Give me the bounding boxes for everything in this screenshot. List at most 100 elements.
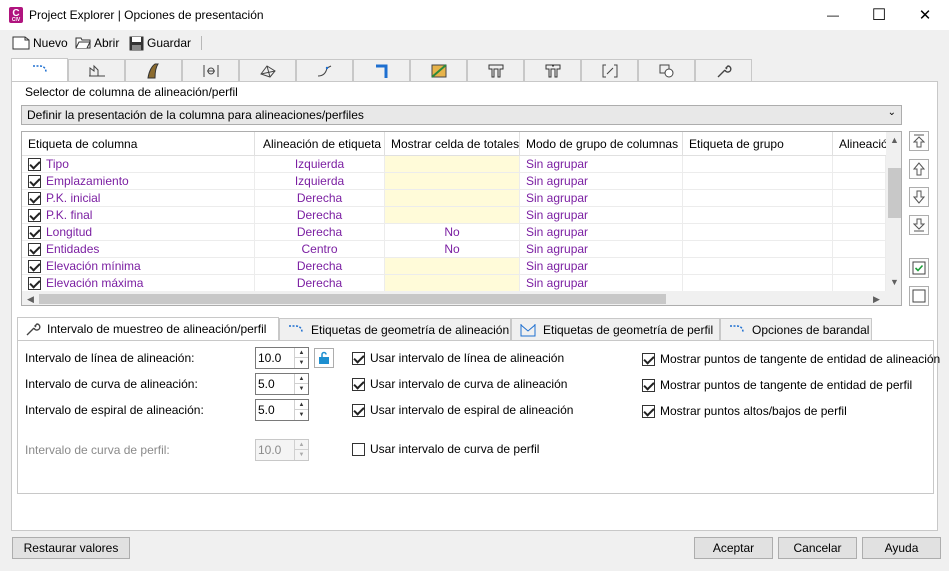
cell-column-label[interactable]: Elevación mínima	[22, 258, 255, 275]
horizontal-scrollbar[interactable]: ◀ ▶	[22, 291, 901, 305]
checkbox-box[interactable]	[352, 442, 365, 456]
checkbox-box[interactable]	[352, 377, 365, 391]
table-row[interactable]: Elevación mínima Derecha Sin agrupar	[22, 258, 886, 275]
cell-group-label[interactable]	[683, 173, 833, 190]
cell-group-mode[interactable]: Sin agrupar	[520, 241, 683, 258]
ok-button[interactable]: Aceptar	[694, 537, 773, 559]
tab-bracket[interactable]	[581, 59, 638, 81]
tab-pipe-network[interactable]	[353, 59, 410, 81]
scroll-left-icon[interactable]: ◀	[27, 294, 34, 305]
new-button[interactable]: Nuevo	[12, 34, 68, 52]
cell-show-totals[interactable]: No	[385, 224, 520, 241]
cell-label-alignment[interactable]: Izquierda	[255, 156, 385, 173]
checkbox-box[interactable]	[642, 378, 655, 392]
table-row[interactable]: Elevación máxima Derecha Sin agrupar	[22, 275, 886, 291]
header-column-label[interactable]: Etiqueta de columna	[22, 132, 255, 156]
subtab-railing-options[interactable]: Opciones de barandal	[720, 318, 872, 340]
cell-group-label[interactable]	[683, 207, 833, 224]
table-row[interactable]: P.K. inicial Derecha Sin agrupar	[22, 190, 886, 207]
maximize-button[interactable]: ☐	[856, 0, 902, 30]
cell-show-totals[interactable]	[385, 258, 520, 275]
show-high-low-points-checkbox[interactable]: Mostrar puntos altos/bajos de perfil	[642, 404, 847, 418]
checkbox-box[interactable]	[352, 351, 365, 365]
cell-group-mode[interactable]: Sin agrupar	[520, 207, 683, 224]
row-checkbox[interactable]	[28, 158, 41, 171]
row-checkbox[interactable]	[28, 260, 41, 273]
cell-label-alignment[interactable]: Derecha	[255, 224, 385, 241]
header-alignment-truncated[interactable]: Alineació	[833, 132, 886, 156]
checkbox-box[interactable]	[352, 403, 365, 417]
cell-label-alignment[interactable]: Derecha	[255, 275, 385, 291]
header-group-label[interactable]: Etiqueta de grupo	[683, 132, 833, 156]
cell-group-mode[interactable]: Sin agrupar	[520, 173, 683, 190]
cell-label-alignment[interactable]: Derecha	[255, 190, 385, 207]
tab-pressure-pipe[interactable]	[524, 59, 581, 81]
row-checkbox[interactable]	[28, 209, 41, 222]
lock-button[interactable]	[314, 348, 334, 368]
use-spiral-interval-checkbox[interactable]: Usar intervalo de espiral de alineación	[352, 403, 573, 417]
cancel-button[interactable]: Cancelar	[778, 537, 857, 559]
open-button[interactable]: Abrir	[75, 34, 119, 52]
cell-show-totals[interactable]	[385, 190, 520, 207]
vertical-scroll-thumb[interactable]	[888, 168, 901, 218]
use-curve-interval-checkbox[interactable]: Usar intervalo de curva de alineación	[352, 377, 567, 391]
cell-label-alignment[interactable]: Derecha	[255, 258, 385, 275]
cell-show-totals[interactable]	[385, 156, 520, 173]
check-all-button[interactable]	[909, 258, 929, 278]
subtab-sampling-interval[interactable]: Intervalo de muestreo de alineación/perf…	[17, 317, 279, 340]
cell-column-label[interactable]: Emplazamiento	[22, 173, 255, 190]
table-row[interactable]: Longitud Derecha No Sin agrupar	[22, 224, 886, 241]
line-interval-stepper[interactable]: 10.0 ▲ ▼	[255, 347, 309, 369]
cell-label-alignment[interactable]: Centro	[255, 241, 385, 258]
help-button[interactable]: Ayuda	[862, 537, 941, 559]
uncheck-all-button[interactable]	[909, 286, 929, 306]
tab-sample-lines[interactable]	[182, 59, 239, 81]
increment-icon[interactable]: ▲	[295, 374, 308, 384]
cell-group-label[interactable]	[683, 258, 833, 275]
row-checkbox[interactable]	[28, 175, 41, 188]
curve-interval-stepper[interactable]: 5.0 ▲ ▼	[255, 373, 309, 395]
cell-show-totals[interactable]	[385, 207, 520, 224]
cell-column-label[interactable]: P.K. inicial	[22, 190, 255, 207]
cell-alignment[interactable]	[833, 156, 886, 173]
tab-surface[interactable]	[239, 59, 296, 81]
cell-group-mode[interactable]: Sin agrupar	[520, 156, 683, 173]
tab-profile[interactable]	[68, 59, 125, 81]
increment-icon[interactable]: ▲	[295, 400, 308, 410]
row-checkbox[interactable]	[28, 226, 41, 239]
cell-column-label[interactable]: P.K. final	[22, 207, 255, 224]
cell-group-label[interactable]	[683, 190, 833, 207]
cell-show-totals[interactable]: No	[385, 241, 520, 258]
subtab-profile-geometry-labels[interactable]: Etiquetas de geometría de perfil	[511, 318, 720, 340]
tab-corridor[interactable]	[125, 59, 182, 81]
cell-alignment[interactable]	[833, 258, 886, 275]
table-row[interactable]: Entidades Centro No Sin agrupar	[22, 241, 886, 258]
cell-alignment[interactable]	[833, 224, 886, 241]
minimize-button[interactable]: —	[810, 0, 856, 30]
show-profile-tangent-checkbox[interactable]: Mostrar puntos de tangente de entidad de…	[642, 378, 912, 392]
cell-alignment[interactable]	[833, 173, 886, 190]
scroll-up-icon[interactable]: ▲	[890, 135, 899, 145]
move-top-button[interactable]	[909, 131, 929, 151]
header-show-totals[interactable]: Mostrar celda de totales	[385, 132, 520, 156]
cell-label-alignment[interactable]: Izquierda	[255, 173, 385, 190]
cell-show-totals[interactable]	[385, 173, 520, 190]
use-profile-curve-interval-checkbox[interactable]: Usar intervalo de curva de perfil	[352, 442, 539, 456]
save-button[interactable]: Guardar	[129, 34, 191, 52]
tab-alignment[interactable]	[11, 58, 68, 81]
cell-group-label[interactable]	[683, 241, 833, 258]
decrement-icon[interactable]: ▼	[295, 410, 308, 420]
cell-group-mode[interactable]: Sin agrupar	[520, 258, 683, 275]
row-checkbox[interactable]	[28, 192, 41, 205]
cell-column-label[interactable]: Elevación máxima	[22, 275, 255, 291]
cell-label-alignment[interactable]: Derecha	[255, 207, 385, 224]
use-line-interval-checkbox[interactable]: Usar intervalo de línea de alineación	[352, 351, 564, 365]
horizontal-scroll-thumb[interactable]	[39, 294, 666, 304]
table-row[interactable]: P.K. final Derecha Sin agrupar	[22, 207, 886, 224]
cell-column-label[interactable]: Tipo	[22, 156, 255, 173]
checkbox-box[interactable]	[642, 352, 655, 366]
cell-column-label[interactable]: Longitud	[22, 224, 255, 241]
cell-group-label[interactable]	[683, 224, 833, 241]
cell-alignment[interactable]	[833, 241, 886, 258]
header-label-alignment[interactable]: Alineación de etiqueta	[255, 132, 385, 156]
